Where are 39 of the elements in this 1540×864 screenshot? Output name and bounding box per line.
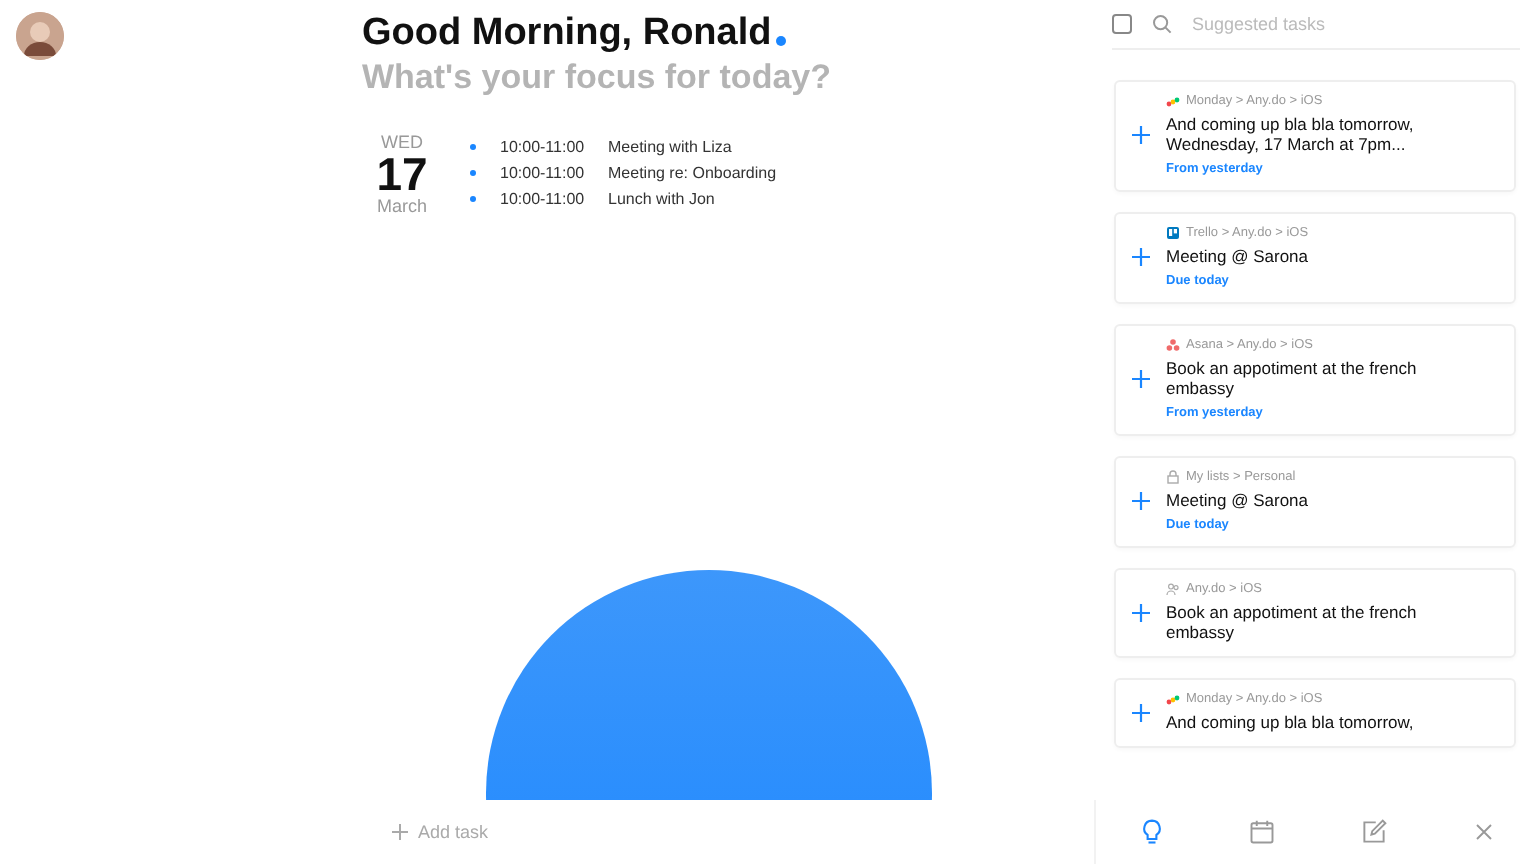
event-title: Meeting with Liza: [608, 138, 732, 156]
focus-prompt: What's your focus for today?: [362, 58, 831, 98]
bullet-icon: [470, 196, 476, 202]
checkbox[interactable]: [1112, 14, 1132, 34]
task-title: Book an appotiment at the french embassy: [1166, 358, 1419, 398]
board-icon: [1166, 226, 1180, 240]
colored-dots-icon: [1166, 94, 1180, 108]
event-time: 10:00-11:00: [500, 138, 587, 156]
add-icon[interactable]: [1132, 370, 1150, 388]
task-title: And coming up bla bla tomorrow,: [1166, 712, 1414, 732]
month: March: [376, 196, 427, 216]
event-time: 10:00-11:00: [500, 164, 587, 182]
day-number: 17: [376, 152, 428, 196]
event-title: Lunch with Jon: [608, 190, 715, 208]
lock-icon: [1166, 470, 1180, 484]
search-icon: [1152, 14, 1172, 34]
bullet-icon: [470, 170, 476, 176]
event-title: Meeting re: Onboarding: [608, 164, 777, 182]
bullet-icon: [470, 144, 476, 150]
add-icon[interactable]: [1132, 248, 1150, 266]
add-icon[interactable]: [1132, 492, 1150, 510]
task-title: Meeting @ Sarona: [1166, 490, 1309, 510]
weekday: WED: [381, 132, 423, 152]
three-dots-icon: [1166, 338, 1180, 352]
edit-icon[interactable]: [1357, 816, 1390, 848]
add-icon[interactable]: [1132, 603, 1150, 621]
event-time: 10:00-11:00: [500, 190, 587, 208]
add-icon[interactable]: [1132, 126, 1150, 144]
dot-icon: [775, 36, 786, 46]
avatar[interactable]: [16, 12, 64, 60]
add-icon[interactable]: [1132, 703, 1150, 721]
calendar-icon[interactable]: [1246, 816, 1279, 848]
task-title: Book an appotiment at the french embassy: [1166, 602, 1419, 642]
plus-icon: [392, 824, 408, 840]
task-title: And coming up bla bla tomorrow, Wednesday, 17 March at 7pm...: [1166, 114, 1416, 154]
colored-dots-icon: [1166, 692, 1180, 706]
people-icon: [1166, 582, 1180, 596]
task-title: Meeting @ Sarona: [1166, 246, 1309, 266]
greeting-title: Good Morning, Ronald: [362, 12, 772, 56]
